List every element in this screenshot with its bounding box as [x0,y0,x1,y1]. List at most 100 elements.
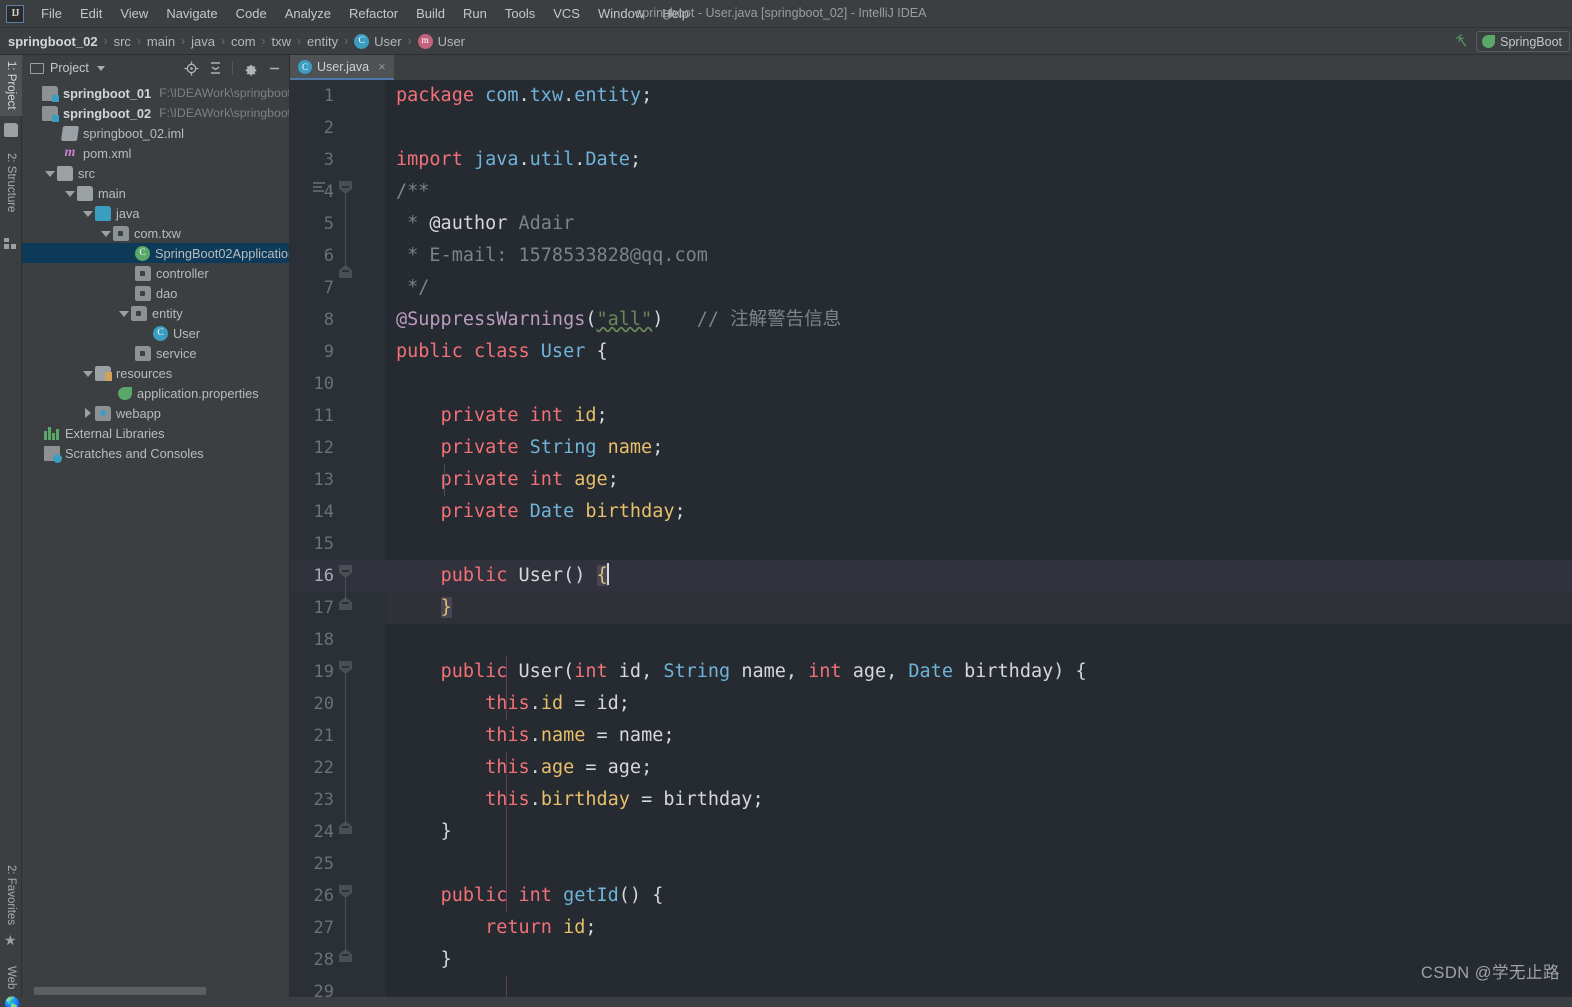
run-configuration-selector[interactable]: SpringBoot [1476,31,1570,52]
sidebar-item-web[interactable]: Web [0,960,22,995]
code-line: */ [396,277,430,298]
tree-item-resources[interactable]: resources [22,363,289,383]
tree-item-spring-application[interactable]: C SpringBoot02Application [22,243,289,263]
code-line: private String name; [440,437,664,458]
line-number: 7 [323,278,334,298]
breadcrumb-item-method[interactable]: m User [417,33,465,49]
package-icon [135,265,151,281]
breadcrumb-class-label: User [374,33,402,49]
tree-item-user-class[interactable]: C User [22,323,289,343]
tree-item-label: SpringBoot02Application [155,245,289,261]
line-number: 21 [313,726,334,746]
chevron-down-icon[interactable] [64,188,75,199]
javadoc-render-icon[interactable] [313,182,326,194]
menu-edit[interactable]: Edit [71,2,111,25]
code-text[interactable]: package com.txw.entity; import java.util… [386,80,1572,997]
libraries-icon [44,426,60,440]
module-icon [42,105,59,122]
gear-icon[interactable] [239,57,261,79]
breadcrumb-separator: › [103,34,108,48]
editor-tab-bar: C User.java × [290,55,1572,80]
tree-item-dao[interactable]: dao [22,283,289,303]
chevron-down-icon[interactable] [96,65,105,71]
menu-run[interactable]: Run [454,2,496,25]
tree-item-entity[interactable]: entity [22,303,289,323]
hide-panel-icon[interactable] [263,57,285,79]
tree-item-label: controller [156,265,209,281]
csdn-watermark: CSDN @学无止路 [1420,964,1560,982]
breadcrumb-item-src[interactable]: src [114,34,131,49]
menu-code[interactable]: Code [227,2,276,25]
tree-item-package[interactable]: com.txw [22,223,289,243]
window-title: springboot - User.java [springboot_02] -… [636,6,927,20]
close-icon[interactable]: × [378,60,386,73]
line-number-current: 16 [290,560,386,592]
fold-region-line [344,194,346,265]
menu-file[interactable]: File [32,2,71,25]
project-tree[interactable]: springboot_01 F:\IDEAWork\springboot spr… [22,81,289,984]
tree-item-java[interactable]: java [22,203,289,223]
line-number: 26 [313,886,334,906]
menu-vcs[interactable]: VCS [544,2,589,25]
tree-item-controller[interactable]: controller [22,263,289,283]
webapp-folder-icon [95,405,111,421]
line-number: 19 [313,662,334,682]
chevron-down-icon[interactable] [44,168,55,179]
breadcrumb-item-txw[interactable]: txw [272,34,292,49]
locate-icon[interactable] [180,57,202,79]
tree-item-label: webapp [116,405,161,421]
tree-item-label: com.txw [134,225,181,241]
tree-item-module[interactable]: springboot_02 F:\IDEAWork\springboot [22,103,289,123]
tree-item-module[interactable]: springboot_01 F:\IDEAWork\springboot [22,83,289,103]
navbar-right-tools: ⤒ SpringBoot [1454,28,1572,55]
chevron-right-icon[interactable] [82,407,93,419]
tree-item-src[interactable]: src [22,163,289,183]
project-panel-title: Project [50,61,89,75]
breadcrumb-item-project[interactable]: springboot_02 [8,34,98,49]
tree-item-label: springboot_02.iml [83,125,185,141]
menu-analyze[interactable]: Analyze [276,2,340,25]
breadcrumb-item-com[interactable]: com [231,34,256,49]
tree-item-webapp[interactable]: webapp [22,403,289,423]
breadcrumb-item-entity[interactable]: entity [307,34,338,49]
menu-build[interactable]: Build [407,2,454,25]
tab-user-java[interactable]: C User.java × [290,55,394,80]
tree-item-iml[interactable]: springboot_02.iml [22,123,289,143]
tree-item-pom[interactable]: m pom.xml [22,143,289,163]
tree-item-main[interactable]: main [22,183,289,203]
menu-tools[interactable]: Tools [496,2,544,25]
line-number: 11 [313,406,334,426]
scrollbar-thumb[interactable] [34,987,206,995]
run-arrow-icon[interactable]: ⤒ [1454,31,1472,52]
tree-item-service[interactable]: service [22,343,289,363]
project-panel-title-group[interactable]: Project [30,61,105,75]
chevron-down-icon[interactable] [82,368,93,379]
menu-navigate[interactable]: Navigate [157,2,226,25]
breadcrumb-item-main[interactable]: main [147,34,175,49]
sidebar-item-project[interactable]: 1: Project [0,55,22,116]
collapse-all-icon[interactable] [204,57,226,79]
class-icon: C [298,59,312,74]
breadcrumb-item-java[interactable]: java [191,34,215,49]
code-line: * @author Adair [396,213,575,234]
menu-view[interactable]: View [111,2,157,25]
breadcrumb-separator: › [344,34,349,48]
line-number: 14 [313,502,334,522]
code-view: 1 2 3 4 5 6 7 8 9 10 11 12 13 14 15 16 1 [290,80,1572,997]
tree-item-scratches[interactable]: Scratches and Consoles [22,443,289,463]
sidebar-item-favorites[interactable]: 2: Favorites [0,859,22,931]
tree-item-external-libraries[interactable]: External Libraries [22,423,289,443]
chevron-down-icon[interactable] [100,228,111,239]
chevron-down-icon[interactable] [118,308,129,319]
project-panel-hscrollbar[interactable] [22,984,289,997]
sidebar-item-structure[interactable]: 2: Structure [0,147,22,218]
editor-gutter[interactable]: 1 2 3 4 5 6 7 8 9 10 11 12 13 14 15 16 1 [290,80,386,997]
menu-refactor[interactable]: Refactor [340,2,407,25]
breadcrumb-item-class[interactable]: C User [354,33,402,49]
tree-item-application-properties[interactable]: application.properties [22,383,289,403]
line-number: 24 [313,822,334,842]
chevron-down-icon[interactable] [82,208,93,219]
